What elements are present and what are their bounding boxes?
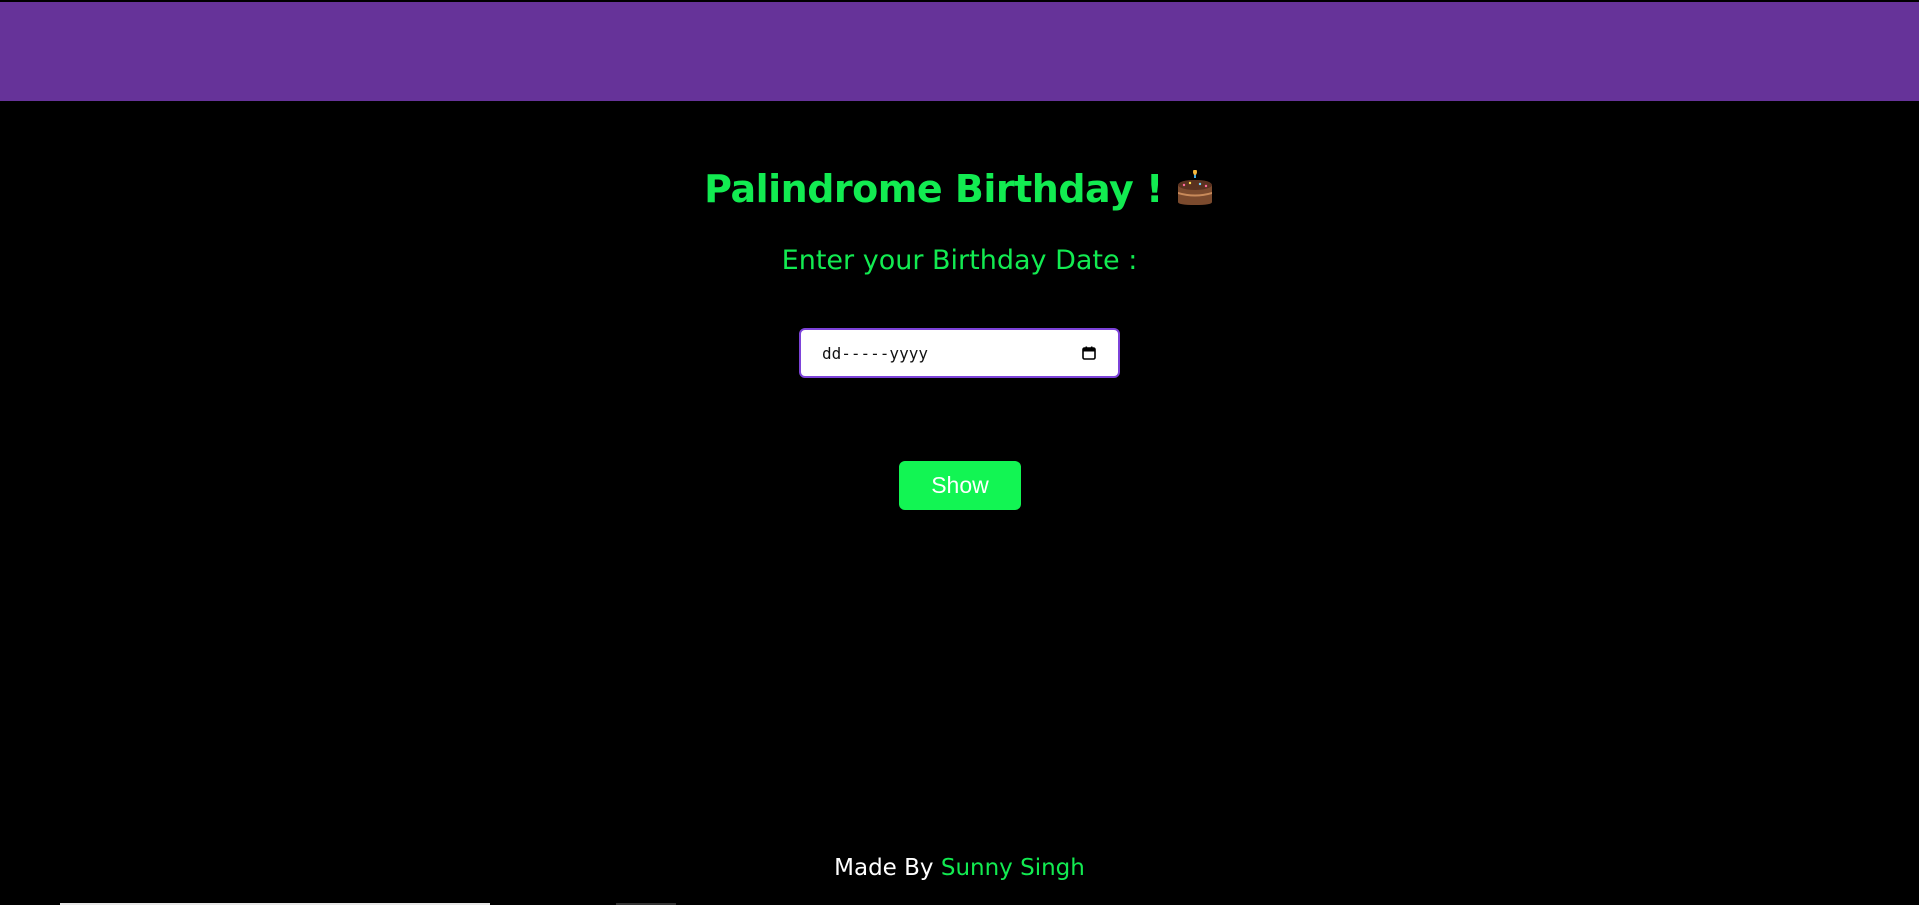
footer-made-by: Made By <box>834 855 934 881</box>
show-button[interactable]: Show <box>899 461 1021 510</box>
page-title-text: Palindrome Birthday ! <box>704 167 1163 211</box>
date-input-placeholder: dd-----yyyy <box>822 344 928 363</box>
header-bar <box>0 2 1919 101</box>
page-title: Palindrome Birthday ! <box>0 167 1919 211</box>
birthday-date-input[interactable]: dd-----yyyy <box>799 328 1120 378</box>
birthday-prompt: Enter your Birthday Date : <box>781 245 1138 276</box>
footer-author-link[interactable]: Sunny Singh <box>941 855 1085 881</box>
birthday-cake-icon <box>1175 169 1215 206</box>
footer: Made By Sunny Singh <box>0 855 1919 881</box>
calendar-icon[interactable] <box>1082 345 1096 360</box>
